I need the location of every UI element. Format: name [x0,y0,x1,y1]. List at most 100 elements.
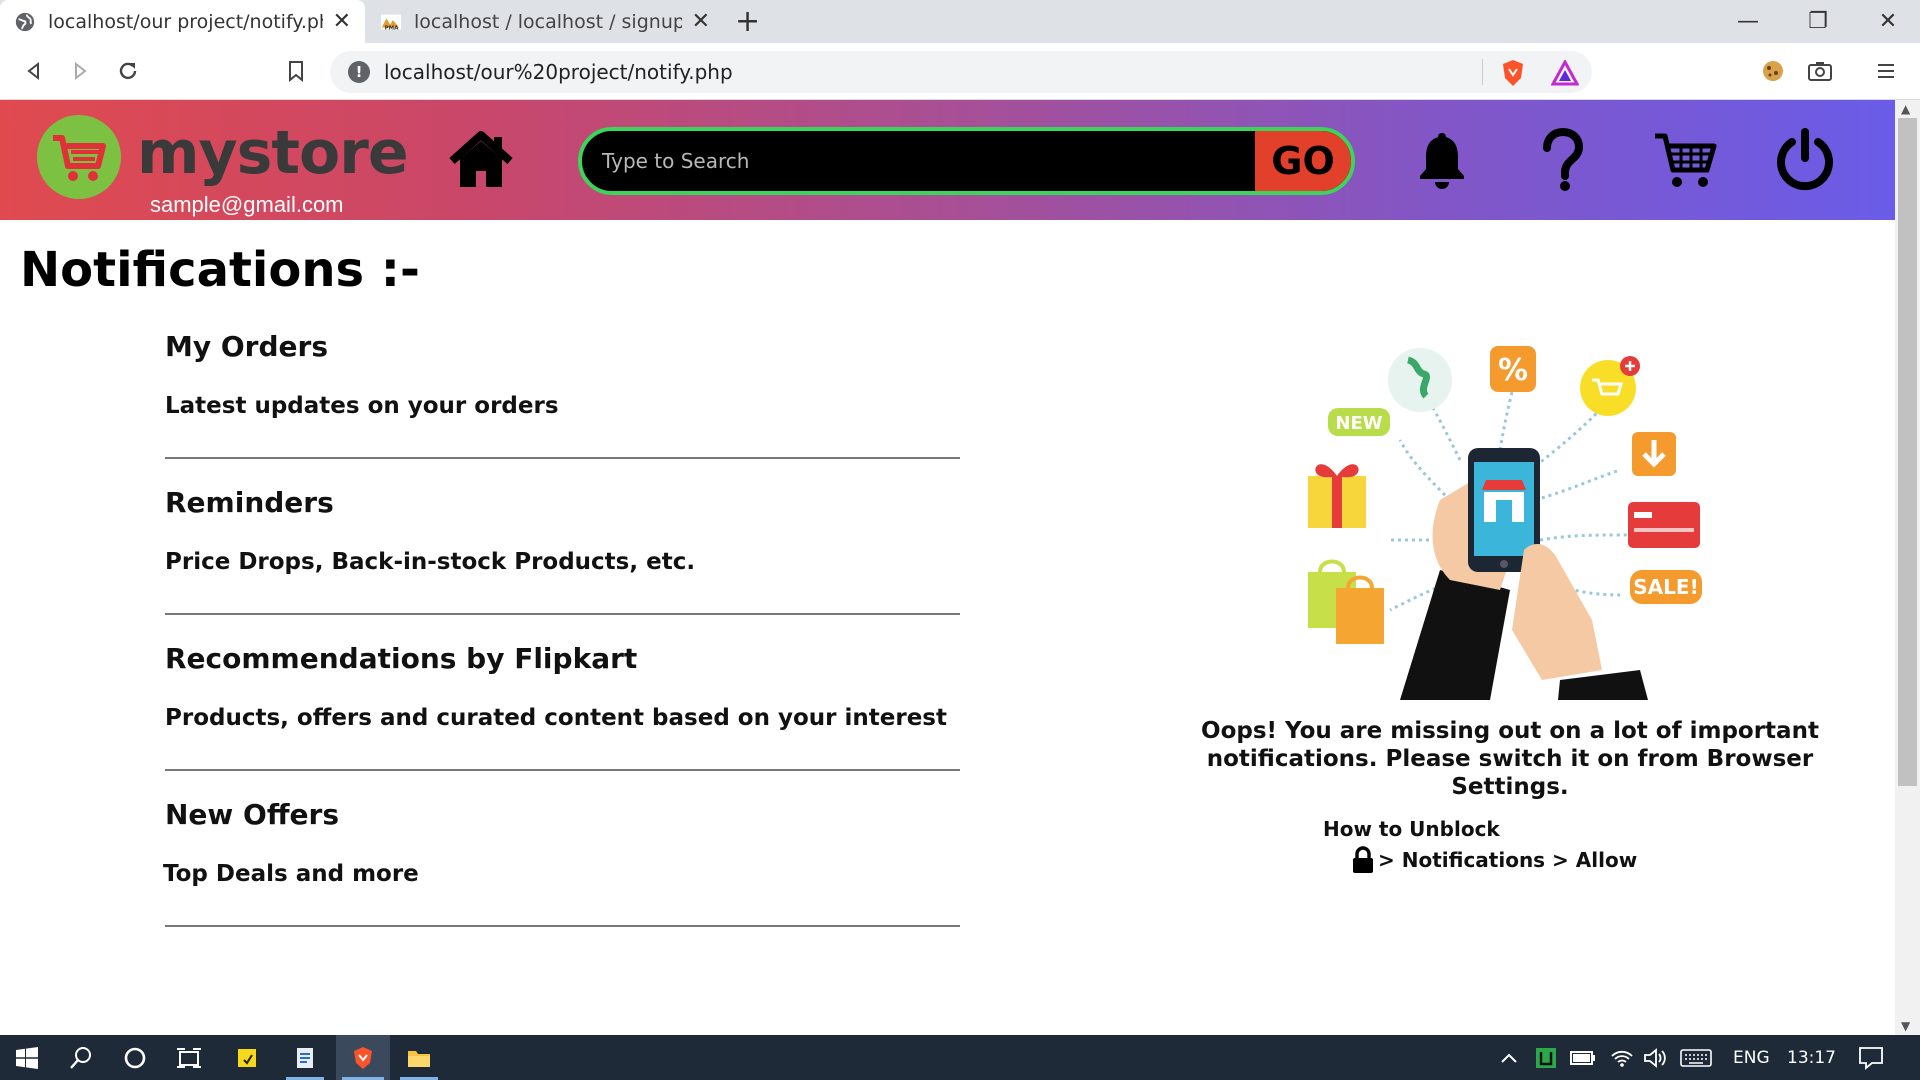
section-divider [165,925,960,927]
tab-signup[interactable]: PMA localhost / localhost / signup | php… [366,0,724,43]
close-tab-icon[interactable]: ✕ [692,9,710,34]
cart-button[interactable] [1650,125,1720,195]
section-heading: Recommendations by Flipkart [165,642,638,675]
go-button[interactable]: GO [1255,131,1351,191]
back-button[interactable] [16,53,52,89]
svg-text:PMA: PMA [385,25,400,31]
credit-card-icon [1628,502,1700,548]
wifi-tray[interactable] [1610,1035,1634,1080]
unblock-path-text: > Notifications > Allow [1378,848,1638,872]
phpmyadmin-icon: PMA [380,14,402,31]
file-explorer-app[interactable] [394,1035,444,1080]
back-arrow-icon [27,61,39,81]
notifications-button[interactable] [1407,125,1477,195]
notification-section-new-offers[interactable]: New Offers Top Deals and more [163,798,960,927]
folder-icon [408,1050,430,1067]
cortana-button[interactable] [110,1035,160,1080]
notification-section-my-orders[interactable]: My Orders Latest updates on your orders [165,330,960,459]
cortana-circle-icon [124,1047,146,1068]
address-bar[interactable]: ! localhost/our%20project/notify.php [330,51,1592,93]
hamburger-icon [1878,64,1894,78]
lock-icon [1353,846,1373,873]
section-heading: My Orders [165,330,328,363]
reload-button[interactable] [110,53,146,89]
site-info-icon[interactable]: ! [348,61,370,83]
action-center-button[interactable] [1858,1035,1884,1080]
tray-app-icon[interactable] [1535,1035,1557,1080]
question-mark-icon [1543,128,1584,191]
search-taskbar-button[interactable] [56,1035,106,1080]
windows-taskbar: ENG 13:17 [0,1035,1920,1080]
menu-button[interactable] [1868,53,1904,89]
cookie-extension-button[interactable] [1755,53,1791,89]
oops-message: Oops! You are missing out on a lot of im… [1160,717,1860,801]
section-description: Top Deals and more [163,861,419,887]
notification-section-recommendations[interactable]: Recommendations by Flipkart Products, of… [165,642,960,771]
unblock-path: > Notifications > Allow [1352,846,1637,874]
globe-icon [1388,348,1452,412]
percent-label: % [1498,353,1528,388]
bell-icon [1420,133,1464,189]
brave-rewards-icon[interactable] [1551,60,1579,86]
home-button[interactable] [446,125,516,195]
search-icon [70,1046,91,1069]
logout-button[interactable] [1770,125,1840,195]
page-scrollbar[interactable]: ▲ ▼ [1895,100,1920,1035]
notification-center-icon [1859,1046,1883,1070]
cart-icon [1655,133,1717,187]
task-view-button[interactable] [164,1035,214,1080]
language-indicator[interactable]: ENG [1733,1035,1770,1080]
section-divider [165,613,960,615]
task-view-icon [177,1047,201,1068]
restore-button[interactable]: ❐ [1783,0,1853,43]
battery-tray[interactable] [1570,1035,1596,1080]
brave-browser-app[interactable] [336,1035,390,1080]
globe-icon [15,12,35,31]
forward-button[interactable] [62,53,98,89]
section-divider [165,769,960,771]
help-button[interactable] [1528,125,1598,195]
omnibox-divider [1482,59,1483,85]
notepad-icon [297,1047,313,1068]
logo[interactable] [37,115,121,199]
brave-shield-icon[interactable] [1500,59,1526,87]
sleeve-left [1400,570,1510,700]
brand-name: mystore [137,118,409,188]
brave-lion-icon [354,1046,372,1069]
sticky-notes-icon [238,1048,256,1067]
keyboard-icon [1680,1048,1712,1067]
close-tab-icon[interactable]: ✕ [333,9,351,34]
volume-tray[interactable] [1643,1035,1667,1080]
show-hidden-icons-button[interactable] [1500,1035,1518,1080]
search-input[interactable] [582,131,1242,191]
speaker-icon [1644,1047,1666,1068]
bookmark-button[interactable] [278,53,314,89]
reload-icon [119,62,137,80]
notepad-app[interactable] [280,1035,330,1080]
scroll-up-arrow-icon[interactable]: ▲ [1901,102,1910,116]
oops-line-1: Oops! You are missing out on a lot of im… [1201,718,1819,744]
windows-logo-icon [16,1046,38,1069]
clock[interactable]: 13:17 [1787,1035,1836,1080]
tab-notify[interactable]: localhost/our project/notify.php ✕ [0,0,365,43]
mobile-shopping-illustration: % NEW SALE! [1308,346,1702,700]
new-tab-button[interactable]: + [735,4,760,39]
power-icon [1777,128,1833,191]
keyboard-tray[interactable] [1680,1035,1712,1080]
scrollbar-thumb[interactable] [1898,118,1917,786]
tab-title: localhost/our project/notify.php [48,10,323,33]
section-description: Price Drops, Back-in-stock Products, etc… [165,549,696,575]
section-heading: Reminders [165,486,334,519]
minimize-button[interactable]: — [1713,0,1783,43]
scroll-down-arrow-icon[interactable]: ▼ [1901,1019,1910,1033]
start-button[interactable] [2,1035,52,1080]
browser-toolbar: ! localhost/our%20project/notify.php [0,43,1920,100]
search-bar: GO [578,127,1355,195]
screenshot-button[interactable] [1802,53,1838,89]
site-header: mystore sample@gmail.com GO [0,100,1895,220]
browser-tab-bar: localhost/our project/notify.php ✕ PMA l… [0,0,1920,43]
close-window-button[interactable]: ✕ [1853,0,1920,43]
notification-section-reminders[interactable]: Reminders Price Drops, Back-in-stock Pro… [165,486,960,615]
sticky-notes-app[interactable] [222,1035,272,1080]
bookmark-icon [289,61,303,82]
